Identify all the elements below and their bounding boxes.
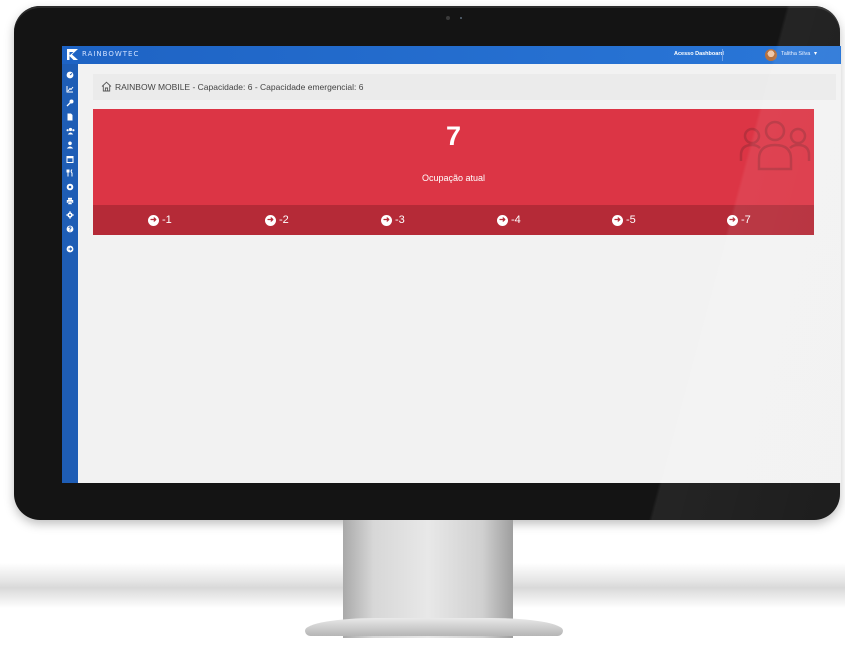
- occupancy-card: 7 Ocupação atual ➜ -1 ➜ -2 ➜ -3 ➜ -4 ➜ -…: [93, 109, 814, 235]
- sidebar: [62, 64, 78, 483]
- file-icon[interactable]: [65, 112, 75, 122]
- arrow-right-icon[interactable]: [65, 244, 75, 254]
- monitor-stand-base: [305, 618, 563, 636]
- decrement-5-button[interactable]: ➜ -5: [612, 214, 636, 226]
- decrement-label: -7: [741, 214, 751, 226]
- user-menu-name[interactable]: Talitha Silva: [781, 51, 810, 57]
- decrement-label: -1: [162, 214, 172, 226]
- top-navbar: RAINBOWTEC Acesso Dashboard Talitha Silv…: [62, 46, 841, 64]
- arrow-circle-right-icon: ➜: [381, 214, 392, 226]
- clock-icon[interactable]: [65, 182, 75, 192]
- user-icon[interactable]: [65, 140, 75, 150]
- arrow-circle-right-icon: ➜: [148, 214, 159, 226]
- camera-led: [460, 17, 462, 19]
- key-icon[interactable]: [65, 98, 75, 108]
- brand-name[interactable]: RAINBOWTEC: [82, 50, 139, 58]
- dashboard-link[interactable]: Acesso Dashboard: [674, 51, 724, 57]
- breadcrumb: RAINBOW MOBILE - Capacidade: 6 - Capacid…: [93, 74, 836, 100]
- decrement-label: -5: [626, 214, 636, 226]
- gear-icon[interactable]: [65, 210, 75, 220]
- arrow-circle-right-icon: ➜: [612, 214, 623, 226]
- decrement-label: -3: [395, 214, 405, 226]
- screen: RAINBOWTEC Acesso Dashboard Talitha Silv…: [62, 46, 841, 483]
- occupancy-value: 7: [445, 121, 462, 151]
- brand-logo-icon[interactable]: [66, 48, 79, 61]
- help-icon[interactable]: [65, 224, 75, 234]
- arrow-circle-right-icon: ➜: [265, 214, 276, 226]
- print-icon[interactable]: [65, 196, 75, 206]
- arrow-circle-right-icon: ➜: [727, 214, 738, 226]
- decrement-3-button[interactable]: ➜ -3: [381, 214, 405, 226]
- decrement-4-button[interactable]: ➜ -4: [497, 214, 521, 226]
- decrement-1-button[interactable]: ➜ -1: [148, 214, 172, 226]
- decrement-label: -2: [279, 214, 289, 226]
- users-icon[interactable]: [65, 126, 75, 136]
- occupancy-footer: ➜ -1 ➜ -2 ➜ -3 ➜ -4 ➜ -5 ➜ -7: [93, 205, 814, 235]
- utensils-icon[interactable]: [65, 168, 75, 178]
- chevron-down-icon[interactable]: ▾: [814, 50, 817, 57]
- avatar[interactable]: [765, 49, 777, 61]
- decrement-7-button[interactable]: ➜ -7: [727, 214, 751, 226]
- decrement-label: -4: [511, 214, 521, 226]
- users-icon: [739, 120, 811, 171]
- dashboard-icon[interactable]: [65, 70, 75, 80]
- nav-divider: [722, 49, 723, 61]
- home-icon[interactable]: [101, 81, 112, 92]
- occupancy-label: Ocupação atual: [421, 173, 486, 183]
- arrow-circle-right-icon: ➜: [497, 214, 508, 226]
- page-title: RAINBOW MOBILE - Capacidade: 6 - Capacid…: [115, 82, 364, 92]
- calendar-icon[interactable]: [65, 154, 75, 164]
- monitor-frame: RAINBOWTEC Acesso Dashboard Talitha Silv…: [14, 6, 841, 520]
- decrement-2-button[interactable]: ➜ -2: [265, 214, 289, 226]
- camera-icon: [446, 16, 450, 20]
- chart-icon[interactable]: [65, 84, 75, 94]
